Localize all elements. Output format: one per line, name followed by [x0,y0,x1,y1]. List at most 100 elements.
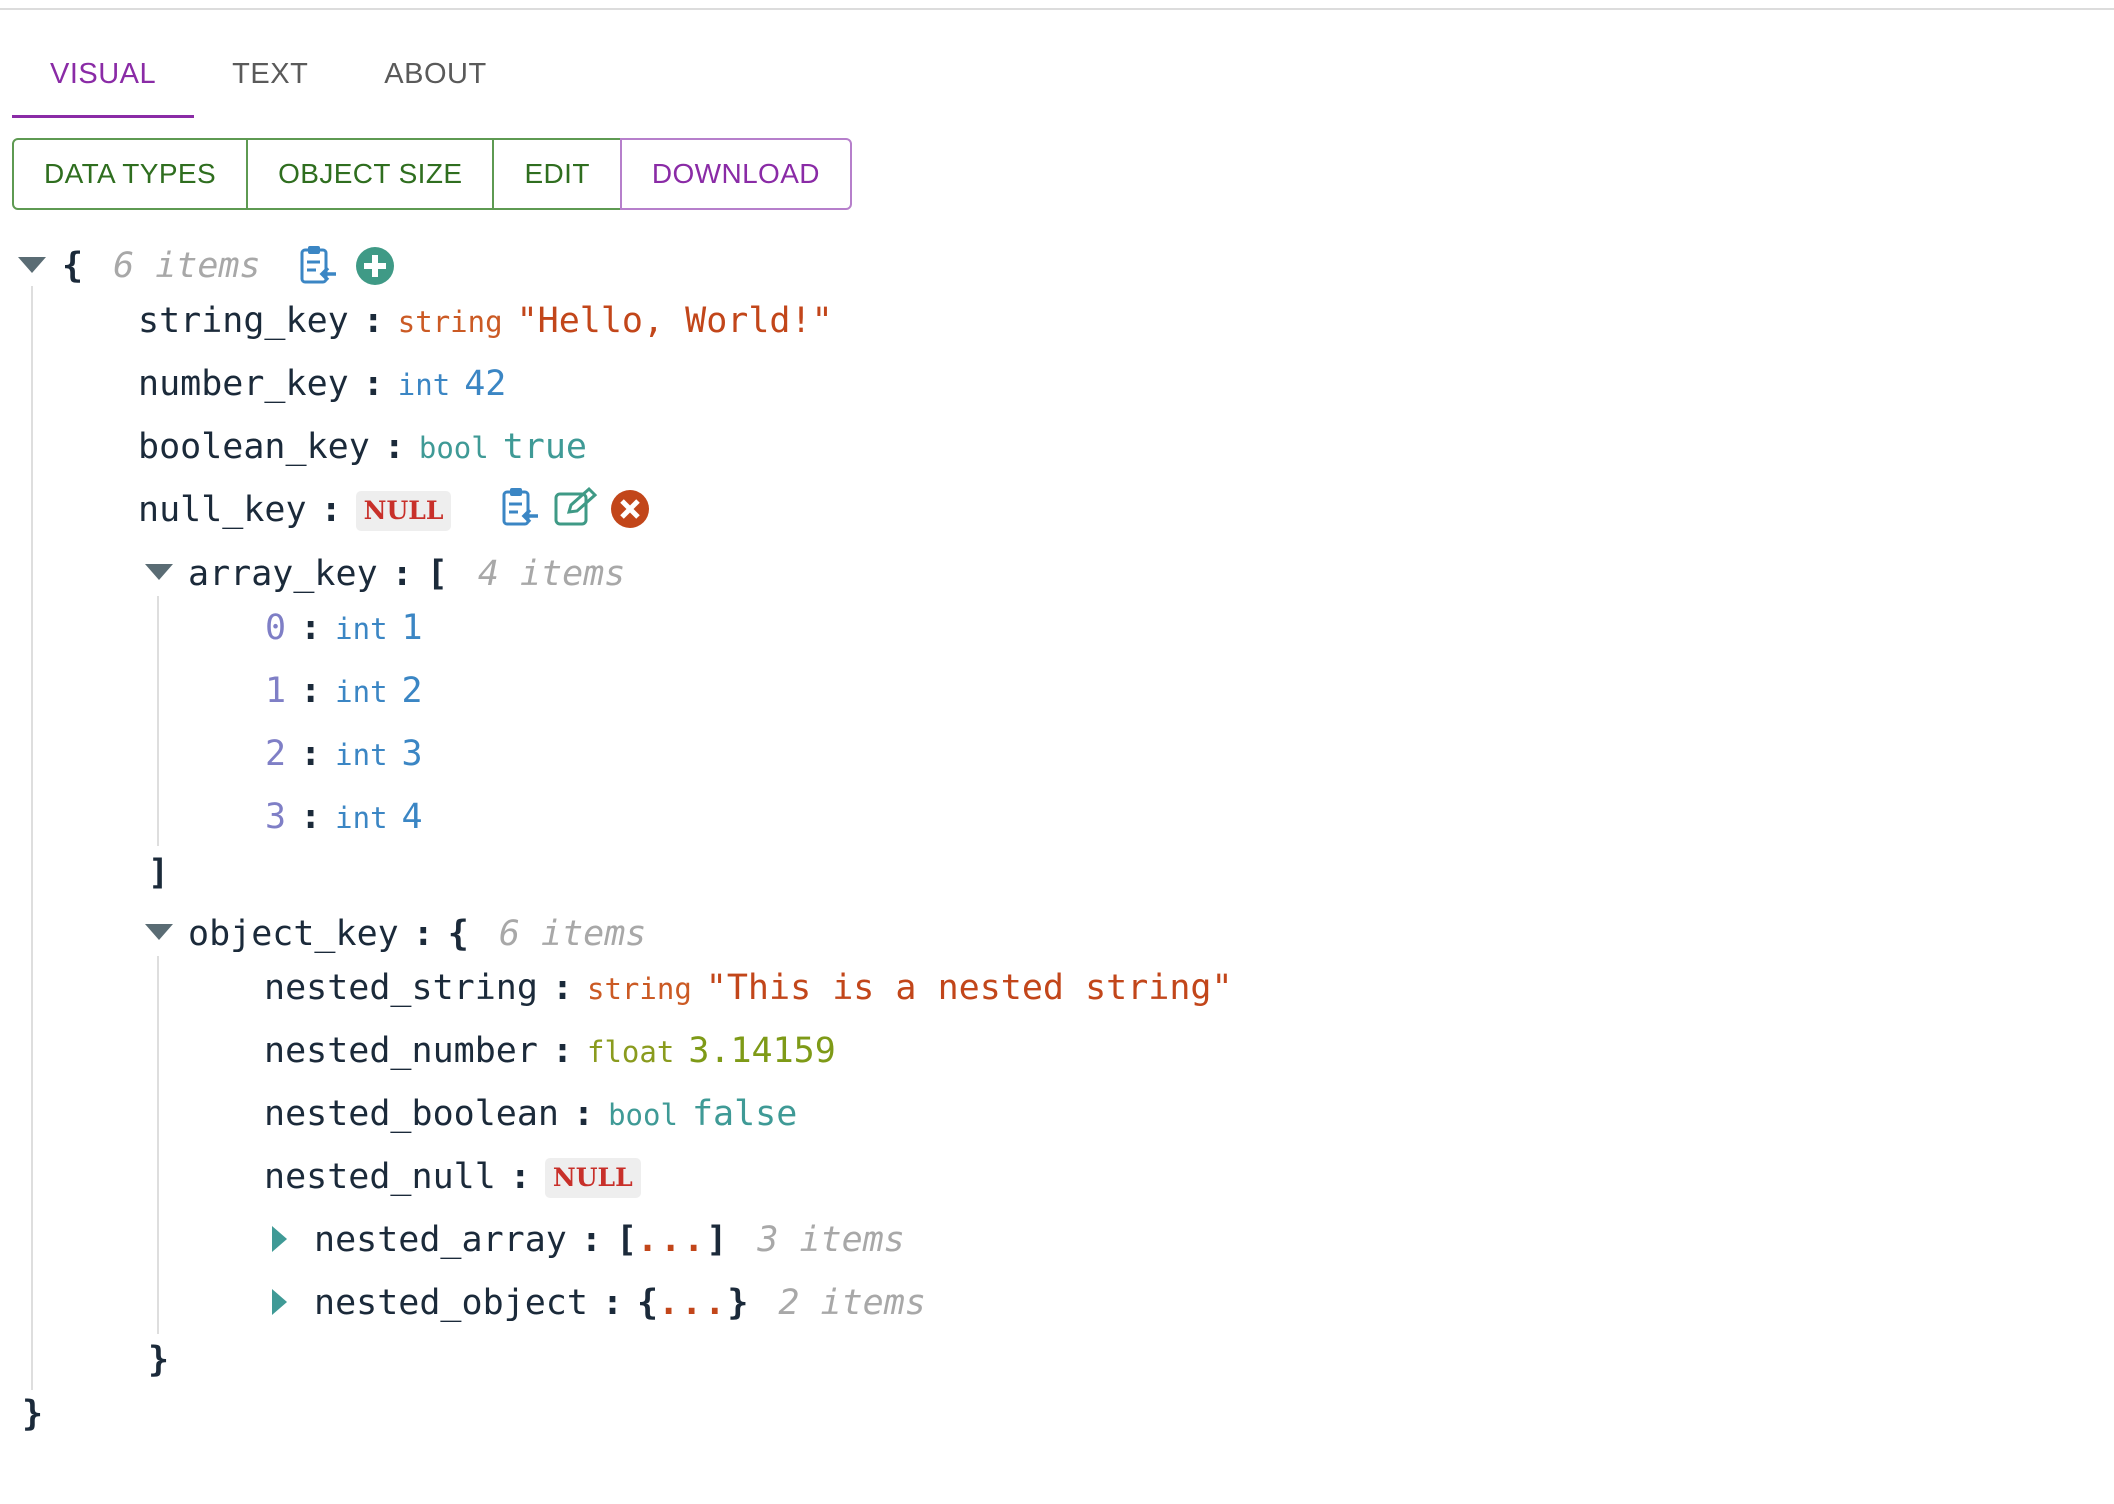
root-item-count: 6 items [113,246,261,286]
object-size-button[interactable]: OBJECT SIZE [246,138,495,210]
top-divider [0,8,2114,10]
download-button[interactable]: DOWNLOAD [619,138,852,210]
object-key-collapse-caret-icon[interactable] [145,924,173,940]
array-key-collapse-caret-icon[interactable] [145,564,173,580]
colon: : [601,1283,624,1323]
array-item-row[interactable]: 0: int 1 [265,603,423,653]
int-value[interactable]: 3 [402,734,423,774]
root-close-row: } [22,1389,43,1439]
colon: : [300,671,322,711]
colon: : [580,1220,602,1260]
type-label: int [397,368,451,402]
key-label: nested_null [264,1157,496,1197]
key-label: nested_number [264,1031,538,1071]
bool-value[interactable]: false [692,1094,797,1134]
view-tabs: VISUAL TEXT ABOUT [12,52,525,122]
tab-about[interactable]: ABOUT [346,52,524,118]
array-item-row[interactable]: 2: int 3 [265,729,423,779]
array-item-count: 4 items [477,554,626,594]
array-close-bracket: ] [148,853,170,893]
nested-boolean-row[interactable]: nested_boolean: bool false [264,1089,797,1139]
colon: : [300,608,322,648]
array-item-row[interactable]: 3: int 4 [265,792,423,842]
number-key-row[interactable]: number_key: int 42 [138,359,506,409]
toolbar: DATA TYPES OBJECT SIZE EDIT DOWNLOAD [12,138,852,210]
colon: : [362,301,384,341]
object-item-count: 2 items [778,1283,926,1323]
float-value[interactable]: 3.14159 [688,1031,836,1071]
object-close-brace: } [148,1340,170,1380]
array-indent-guide [157,596,159,846]
array-key-row: array_key: [4 items [188,549,625,599]
colon: : [573,1094,595,1134]
collapsed-ellipsis[interactable]: ... [637,1220,706,1260]
data-types-button[interactable]: DATA TYPES [12,138,249,210]
array-close-row: ] [148,848,169,898]
nested-string-row[interactable]: nested_string: string "This is a nested st… [264,963,1233,1013]
type-label: int [335,738,388,772]
collapsed-ellipsis[interactable]: ... [658,1283,727,1323]
delete-icon[interactable] [610,489,650,529]
key-label: boolean_key [138,427,370,467]
boolean-key-row[interactable]: boolean_key: bool true [138,422,587,472]
int-value[interactable]: 2 [402,671,423,711]
root-collapse-caret-icon[interactable] [18,257,46,273]
index-label: 3 [265,797,287,837]
type-label: int [335,801,388,835]
int-value[interactable]: 42 [464,364,506,404]
key-label: nested_string [264,968,538,1008]
array-item-row[interactable]: 1: int 2 [265,666,423,716]
null-key-row[interactable]: null_key: NULL [138,485,452,535]
object-close-brace: } [727,1283,749,1323]
colon: : [551,1031,574,1071]
key-label: null_key [138,490,307,530]
nested-array-row[interactable]: nested_array: [...] 3 items [314,1215,905,1265]
nested-null-row[interactable]: nested_null: NULL [264,1152,641,1202]
string-value[interactable]: "Hello, World!" [517,301,833,341]
array-open-bracket: [ [426,554,448,594]
object-key-row: object_key: {6 items [188,909,646,959]
root-row: {6 items [62,241,261,291]
tab-visual[interactable]: VISUAL [12,52,195,118]
int-value[interactable]: 1 [402,608,423,648]
copy-icon[interactable] [500,486,542,530]
colon: : [362,364,384,404]
nested-number-row[interactable]: nested_number: float 3.14159 [264,1026,836,1076]
copy-icon[interactable] [298,244,340,288]
bool-value[interactable]: true [503,427,587,467]
add-icon[interactable] [355,246,395,286]
key-label: string_key [138,301,349,341]
nested-array-expand-caret-icon[interactable] [272,1226,287,1252]
root-close-brace: } [22,1394,44,1434]
object-indent-guide [157,956,159,1334]
object-item-count: 6 items [498,914,647,954]
object-close-row: } [148,1335,169,1385]
int-value[interactable]: 4 [402,797,423,837]
type-label: bool [418,431,489,465]
colon: : [509,1157,531,1197]
null-value[interactable]: NULL [544,1158,641,1198]
root-open-brace: { [62,246,84,286]
edit-button[interactable]: EDIT [492,138,622,210]
type-label: int [335,675,388,709]
null-value[interactable]: NULL [355,491,452,531]
type-label: bool [608,1098,678,1132]
index-label: 1 [265,671,287,711]
index-label: 0 [265,608,287,648]
type-label: float [587,1035,675,1069]
nested-object-row[interactable]: nested_object: {...} 2 items [314,1278,926,1328]
object-open-brace: { [447,914,469,954]
index-label: 2 [265,734,287,774]
tab-text[interactable]: TEXT [194,52,346,118]
key-label: object_key [188,914,399,954]
colon: : [300,797,322,837]
string-key-row[interactable]: string_key: string "Hello, World!" [138,296,833,346]
string-value[interactable]: "This is a nested string" [706,968,1233,1008]
key-label: nested_boolean [264,1094,560,1134]
key-label: nested_object [314,1283,588,1323]
edit-icon[interactable] [553,486,599,528]
type-label: string [397,305,503,339]
object-open-brace: { [637,1283,659,1323]
colon: : [320,490,342,530]
nested-object-expand-caret-icon[interactable] [272,1289,287,1315]
